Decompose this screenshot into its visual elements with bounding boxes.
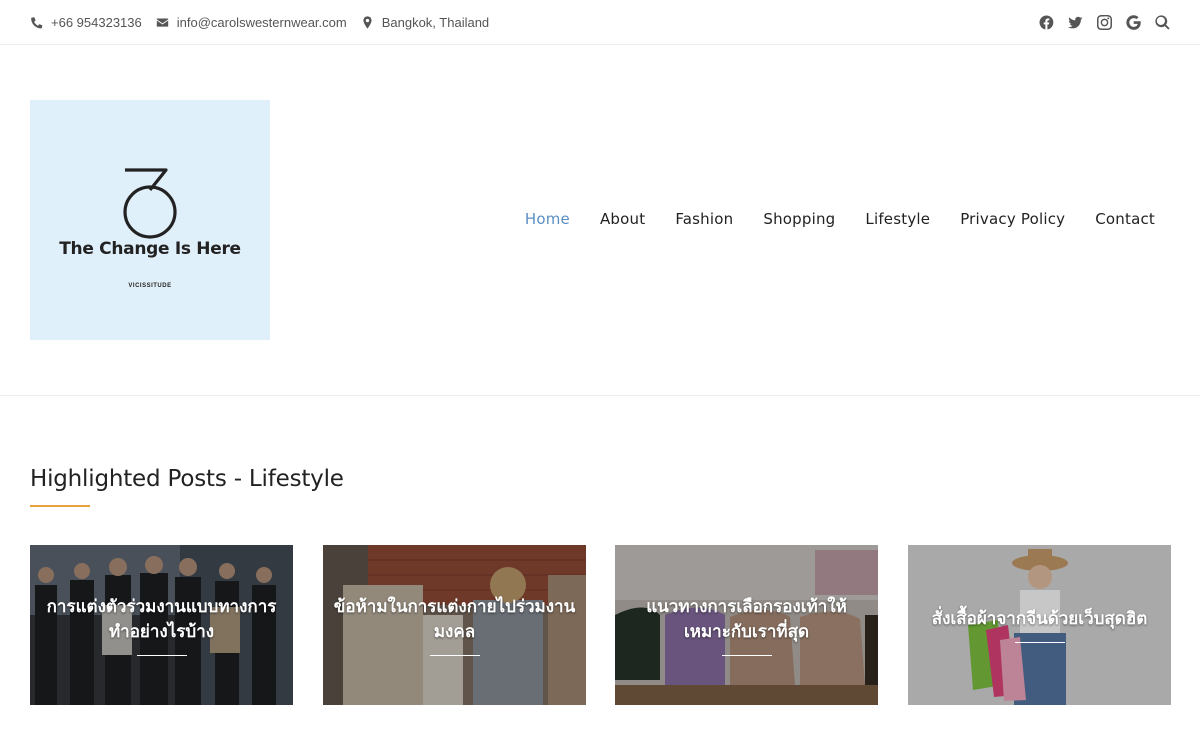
post-title[interactable]: การแต่งตัวร่วมงานแบบทางการทำอย่างไรบ้าง [40,595,283,645]
top-bar: +66 954323136 info@carolswesternwear.com… [0,0,1200,45]
caption-divider [1014,642,1065,643]
section-title: Highlighted Posts - Lifestyle [30,466,344,492]
contact-email[interactable]: info@carolswesternwear.com [156,15,347,30]
post-caption: การแต่งตัวร่วมงานแบบทางการทำอย่างไรบ้าง [40,545,283,705]
main-navigation: Home About Fashion Shopping Lifestyle Pr… [495,210,1155,228]
facebook-icon[interactable] [1039,15,1054,30]
phone-text: +66 954323136 [51,15,142,30]
contact-info: +66 954323136 info@carolswesternwear.com… [30,0,503,45]
phone-icon [31,17,43,29]
location-text: Bangkok, Thailand [381,15,490,30]
post-caption: ข้อห้ามในการแต่งกายไปร่วมงานมงคล [333,545,576,705]
instagram-icon[interactable] [1097,15,1112,30]
envelope-icon [156,18,168,27]
post-card[interactable]: แนวทางการเลือกรองเท้าให้เหมาะกับเราที่สุ… [615,545,878,705]
caption-divider [721,654,772,656]
site-header: The Change Is Here VICISSITUDE Home Abou… [0,45,1200,396]
post-title[interactable]: แนวทางการเลือกรองเท้าให้เหมาะกับเราที่สุ… [625,595,868,645]
logo-subtitle: VICISSITUDE [128,283,172,289]
nav-lifestyle[interactable]: Lifestyle [865,210,930,228]
logo-bottle-icon [123,168,177,239]
nav-privacy-policy[interactable]: Privacy Policy [960,210,1065,228]
nav-shopping[interactable]: Shopping [763,210,835,228]
nav-home[interactable]: Home [525,210,570,228]
google-icon[interactable] [1126,15,1141,30]
map-marker-icon [363,16,372,29]
post-caption: แนวทางการเลือกรองเท้าให้เหมาะกับเราที่สุ… [625,545,868,705]
email-text: info@carolswesternwear.com [176,15,347,30]
caption-divider [429,654,480,656]
post-card[interactable]: การแต่งตัวร่วมงานแบบทางการทำอย่างไรบ้าง [30,545,293,705]
post-card[interactable]: สั่งเสื้อผ้าจากจีนด้วยเว็บสุดฮิต [908,545,1171,705]
social-links [1025,0,1170,45]
post-title[interactable]: ข้อห้ามในการแต่งกายไปร่วมงานมงคล [333,595,576,645]
post-title[interactable]: สั่งเสื้อผ้าจากจีนด้วยเว็บสุดฮิต [932,607,1148,632]
search-icon[interactable] [1155,15,1170,30]
nav-about[interactable]: About [600,210,645,228]
nav-contact[interactable]: Contact [1095,210,1155,228]
nav-fashion[interactable]: Fashion [675,210,733,228]
caption-divider [136,654,187,656]
contact-location: Bangkok, Thailand [361,15,489,30]
highlighted-posts: การแต่งตัวร่วมงานแบบทางการทำอย่างไรบ้าง … [30,545,1171,705]
section-underline [30,505,90,507]
site-logo[interactable]: The Change Is Here VICISSITUDE [30,100,270,340]
contact-phone[interactable]: +66 954323136 [30,15,142,30]
twitter-icon[interactable] [1068,15,1083,30]
post-caption: สั่งเสื้อผ้าจากจีนด้วยเว็บสุดฮิต [918,545,1161,705]
post-card[interactable]: ข้อห้ามในการแต่งกายไปร่วมงานมงคล [323,545,586,705]
logo-title: The Change Is Here [59,239,241,259]
